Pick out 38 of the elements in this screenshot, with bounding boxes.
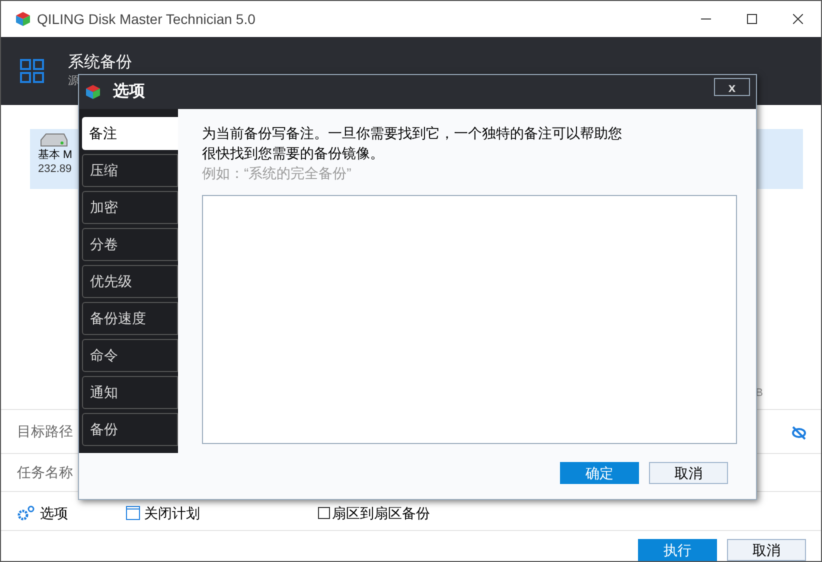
gears-icon	[17, 505, 35, 521]
nav-tab[interactable]: 备份速度	[82, 302, 178, 335]
cancel-button[interactable]: 取消	[649, 462, 728, 484]
close-icon[interactable]	[793, 14, 803, 24]
schedule-label[interactable]: 关闭计划	[144, 502, 200, 524]
note-description: 为当前备份写备注。一旦你需要找到它，一个独特的备注可以帮助您很快找到您需要的备份镜像。	[202, 124, 623, 163]
header-subtitle: 源	[68, 74, 80, 89]
row-label: 任务名称	[17, 463, 73, 482]
nav-tab[interactable]: 通知	[82, 376, 178, 409]
nav-tab[interactable]: 压缩	[82, 154, 178, 187]
nav-tab[interactable]: 备注	[82, 117, 178, 150]
ok-button[interactable]: 确定	[560, 462, 639, 484]
nav-tab[interactable]: 分卷	[82, 228, 178, 261]
maximize-icon[interactable]	[747, 14, 757, 24]
disk-size: 232.89	[38, 162, 72, 176]
sector-checkbox[interactable]	[318, 507, 330, 519]
note-example: 例如：“系统的完全备份”	[202, 164, 352, 183]
nav-tab[interactable]: 优先级	[82, 265, 178, 298]
execute-button[interactable]: 执行	[638, 539, 717, 561]
disk-drive-icon	[38, 132, 68, 148]
options-label[interactable]: 选项	[40, 502, 68, 524]
header-title: 系统备份	[68, 53, 132, 73]
window-title: QILING Disk Master Technician 5.0	[37, 10, 256, 29]
close-button[interactable]: x	[714, 78, 750, 96]
nav-tab[interactable]: 加密	[82, 191, 178, 224]
calendar-icon	[126, 506, 140, 520]
note-field[interactable]	[202, 195, 737, 444]
cancel-button[interactable]: 取消	[727, 539, 806, 561]
grid-icon[interactable]	[20, 59, 44, 83]
browse-icon[interactable]	[791, 424, 807, 440]
row-label: 目标路径	[17, 422, 73, 441]
sector-label: 扇区到扇区备份	[332, 504, 430, 522]
disk-name: 基本 M	[38, 148, 72, 162]
nav-tab[interactable]: 命令	[82, 339, 178, 372]
cube-logo-icon	[15, 11, 31, 27]
dialog-title: 选项	[113, 82, 145, 102]
cube-logo-icon	[85, 84, 101, 100]
nav-tab[interactable]: 备份	[82, 413, 178, 446]
